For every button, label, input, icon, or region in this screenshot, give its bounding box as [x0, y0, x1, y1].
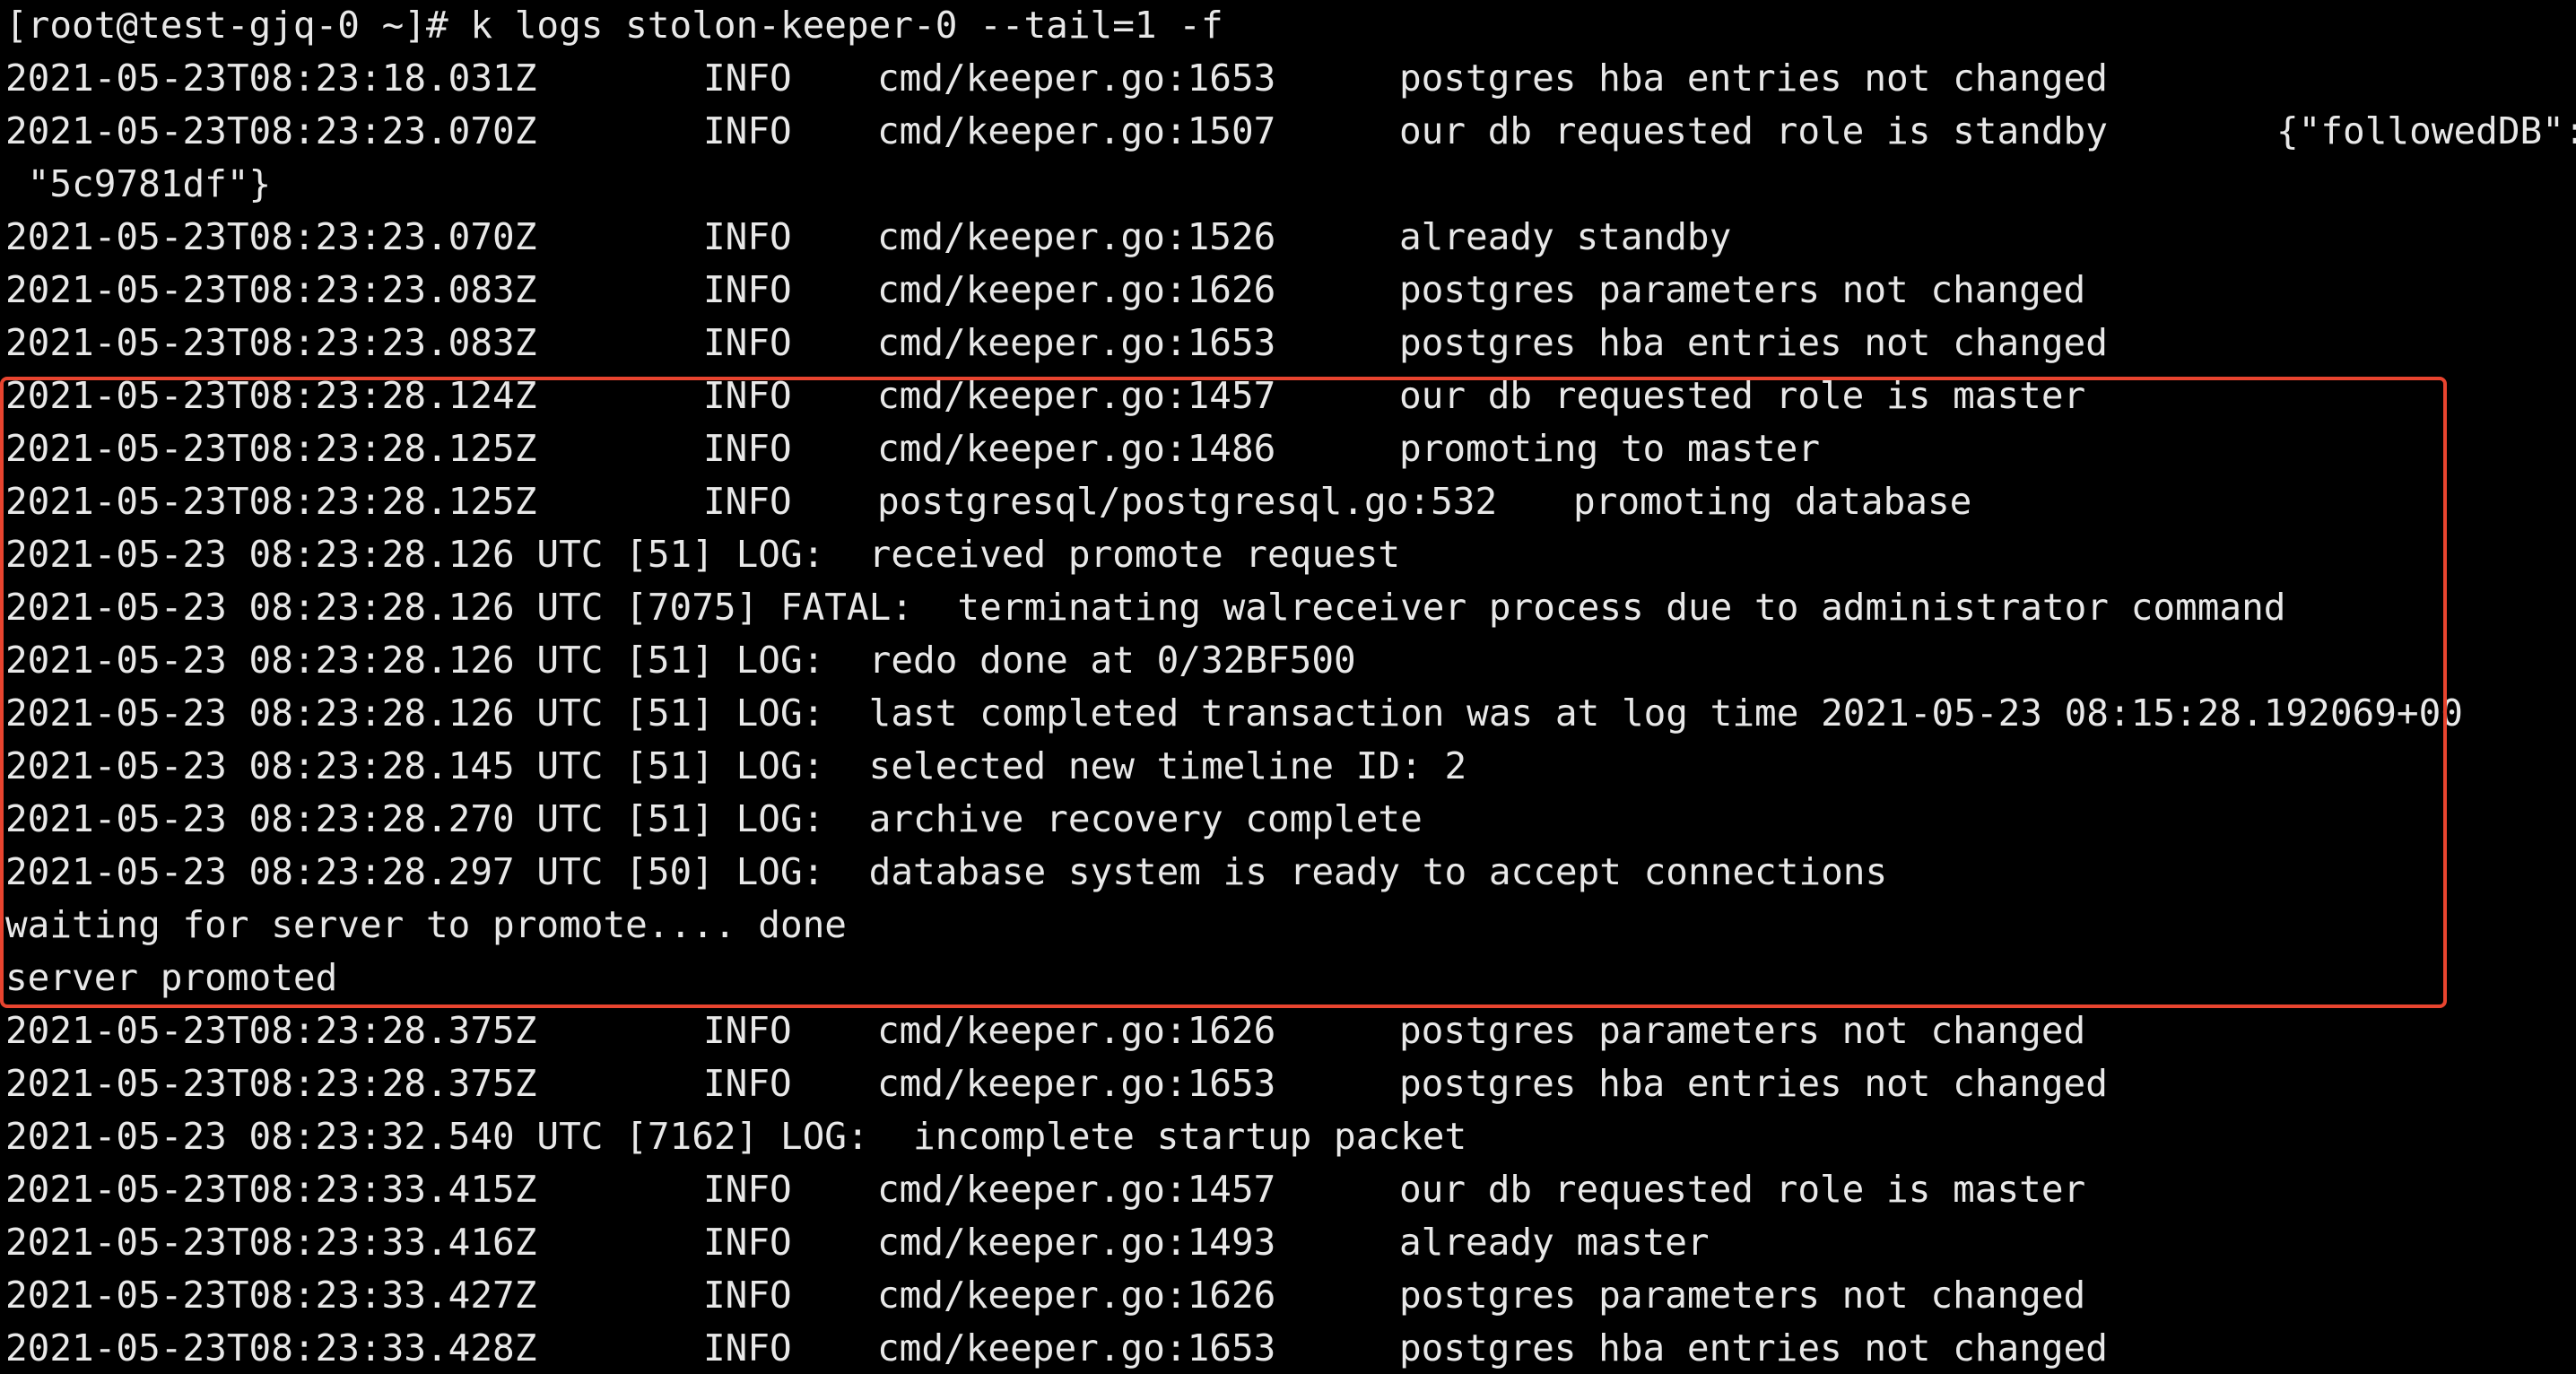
log-source: postgresql/postgresql.go:532: [877, 480, 1498, 523]
log-message: postgres parameters not changed: [1399, 1009, 2086, 1052]
log-line-raw: 2021-05-23 08:23:28.270 UTC [51] LOG: ar…: [5, 797, 1423, 840]
log-source: cmd/keeper.go:1653: [877, 1326, 1276, 1370]
log-source: cmd/keeper.go:1486: [877, 427, 1276, 470]
log-message: postgres parameters not changed: [1399, 1274, 2086, 1317]
log-source: cmd/keeper.go:1626: [877, 268, 1276, 311]
log-source: cmd/keeper.go:1653: [877, 321, 1276, 364]
log-source: cmd/keeper.go:1626: [877, 1009, 1276, 1052]
log-level: INFO: [703, 109, 792, 152]
log-message: postgres hba entries not changed: [1399, 1062, 2108, 1105]
log-level: INFO: [703, 480, 792, 523]
log-timestamp: 2021-05-23T08:23:28.125Z: [5, 480, 537, 523]
log-message: our db requested role is master: [1399, 374, 2086, 417]
log-source: cmd/keeper.go:1493: [877, 1221, 1276, 1264]
log-message: promoting to master: [1399, 427, 1820, 470]
log-timestamp: 2021-05-23T08:23:23.070Z: [5, 109, 537, 152]
log-level: INFO: [703, 215, 792, 258]
log-level: INFO: [703, 1168, 792, 1211]
log-level: INFO: [703, 1062, 792, 1105]
log-level: INFO: [703, 321, 792, 364]
log-timestamp: 2021-05-23T08:23:28.125Z: [5, 427, 537, 470]
log-source: cmd/keeper.go:1653: [877, 57, 1276, 100]
log-level: INFO: [703, 1326, 792, 1370]
log-timestamp: 2021-05-23T08:23:28.375Z: [5, 1009, 537, 1052]
log-message: promoting database: [1573, 480, 1972, 523]
log-timestamp: 2021-05-23T08:23:23.083Z: [5, 321, 537, 364]
log-source: cmd/keeper.go:1457: [877, 1168, 1276, 1211]
terminal-window[interactable]: [root@test-gjq-0 ~]# k logs stolon-keepe…: [0, 0, 2576, 1374]
log-message: postgres hba entries not changed: [1399, 1326, 2108, 1370]
log-line-raw: 2021-05-23 08:23:28.126 UTC [51] LOG: re…: [5, 639, 1356, 682]
log-level: INFO: [703, 1221, 792, 1264]
log-source: cmd/keeper.go:1626: [877, 1274, 1276, 1317]
log-source: cmd/keeper.go:1526: [877, 215, 1276, 258]
log-message: postgres parameters not changed: [1399, 268, 2086, 311]
log-message: our db requested role is standby: [1399, 109, 2108, 152]
log-line-raw: 2021-05-23 08:23:28.126 UTC [7075] FATAL…: [5, 586, 2286, 629]
log-line-raw: server promoted: [5, 956, 338, 999]
log-level: INFO: [703, 268, 792, 311]
log-level: INFO: [703, 374, 792, 417]
log-timestamp: 2021-05-23T08:23:23.070Z: [5, 215, 537, 258]
log-line-raw: 2021-05-23 08:23:32.540 UTC [7162] LOG: …: [5, 1115, 1467, 1158]
log-level: INFO: [703, 427, 792, 470]
log-line-raw: "5c9781df"}: [5, 162, 272, 205]
log-message: already master: [1399, 1221, 1710, 1264]
log-line-raw: 2021-05-23 08:23:28.126 UTC [51] LOG: la…: [5, 691, 2463, 735]
log-line-raw: waiting for server to promote.... done: [5, 903, 847, 946]
log-timestamp: 2021-05-23T08:23:18.031Z: [5, 57, 537, 100]
log-timestamp: 2021-05-23T08:23:23.083Z: [5, 268, 537, 311]
log-level: INFO: [703, 1009, 792, 1052]
log-source: cmd/keeper.go:1457: [877, 374, 1276, 417]
log-message: already standby: [1399, 215, 1732, 258]
log-line-raw: 2021-05-23 08:23:28.126 UTC [51] LOG: re…: [5, 533, 1401, 576]
log-timestamp: 2021-05-23T08:23:33.428Z: [5, 1326, 537, 1370]
command-prompt-line: [root@test-gjq-0 ~]# k logs stolon-keepe…: [5, 4, 1223, 47]
log-line-raw: 2021-05-23 08:23:28.297 UTC [50] LOG: da…: [5, 850, 1888, 893]
log-line-raw: 2021-05-23 08:23:28.145 UTC [51] LOG: se…: [5, 744, 1467, 787]
log-json-field: {"followedDB":: [2276, 109, 2576, 152]
log-timestamp: 2021-05-23T08:23:28.124Z: [5, 374, 537, 417]
log-source: cmd/keeper.go:1507: [877, 109, 1276, 152]
log-timestamp: 2021-05-23T08:23:33.416Z: [5, 1221, 537, 1264]
log-message: our db requested role is master: [1399, 1168, 2086, 1211]
log-message: postgres hba entries not changed: [1399, 321, 2108, 364]
log-timestamp: 2021-05-23T08:23:33.415Z: [5, 1168, 537, 1211]
log-level: INFO: [703, 57, 792, 100]
log-timestamp: 2021-05-23T08:23:33.427Z: [5, 1274, 537, 1317]
log-message: postgres hba entries not changed: [1399, 57, 2108, 100]
log-level: INFO: [703, 1274, 792, 1317]
log-timestamp: 2021-05-23T08:23:28.375Z: [5, 1062, 537, 1105]
log-source: cmd/keeper.go:1653: [877, 1062, 1276, 1105]
